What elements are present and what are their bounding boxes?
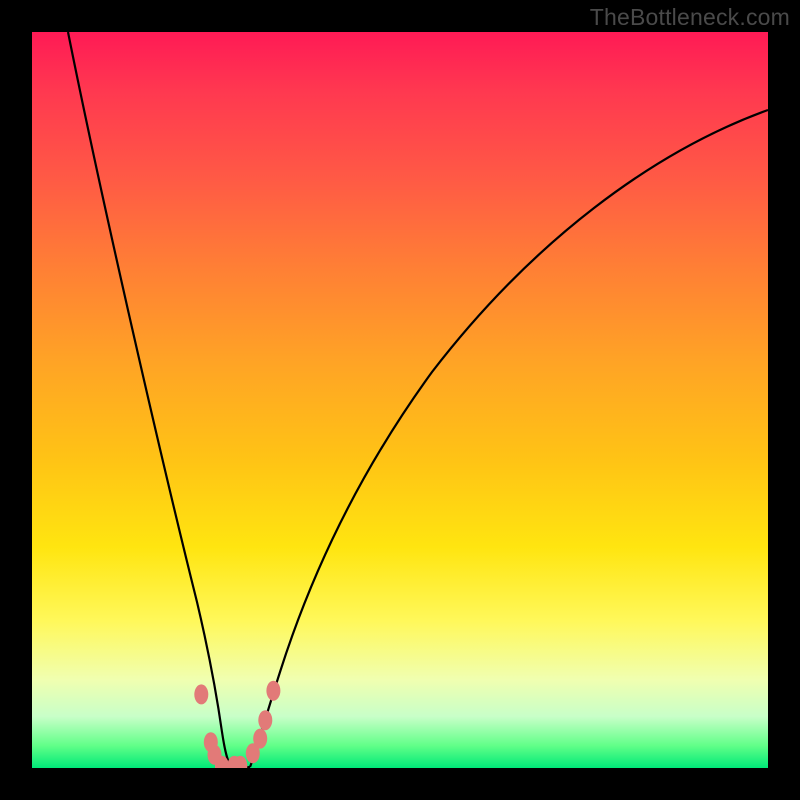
- plot-area: [32, 32, 768, 768]
- chart-frame: TheBottleneck.com: [0, 0, 800, 800]
- bottleneck-curve-svg: [32, 32, 768, 768]
- data-markers: [194, 681, 280, 768]
- data-marker: [258, 710, 272, 730]
- left-curve-branch: [68, 32, 232, 767]
- data-marker: [253, 729, 267, 749]
- watermark-text: TheBottleneck.com: [590, 4, 790, 31]
- right-curve-branch: [250, 110, 768, 767]
- data-marker: [194, 684, 208, 704]
- data-marker: [266, 681, 280, 701]
